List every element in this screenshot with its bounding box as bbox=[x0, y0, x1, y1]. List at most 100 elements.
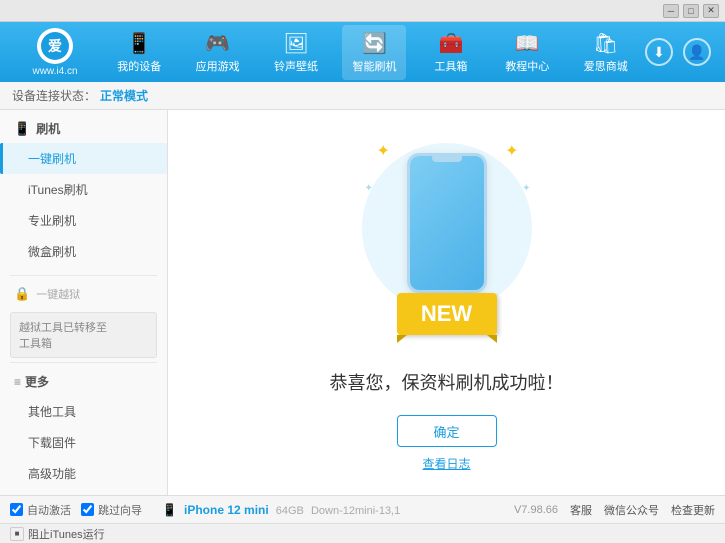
nav-toolbox-label: 工具箱 bbox=[434, 58, 467, 74]
new-ribbon: NEW bbox=[397, 293, 497, 343]
stop-icon: ■ bbox=[10, 527, 24, 541]
maximize-button[interactable]: □ bbox=[683, 4, 699, 18]
device-phone-icon: 📱 bbox=[162, 503, 177, 517]
skip-guide-checkbox[interactable] bbox=[81, 503, 94, 516]
phone-shape bbox=[407, 153, 487, 293]
auto-activate-checkbox[interactable] bbox=[10, 503, 23, 516]
nav-wallpaper-label: 铃声壁纸 bbox=[274, 58, 318, 74]
nav-apps-games-label: 应用游戏 bbox=[196, 58, 240, 74]
minimize-button[interactable]: ─ bbox=[663, 4, 679, 18]
my-device-icon: 📱 bbox=[127, 31, 152, 56]
sidebar-item-advanced[interactable]: 高级功能 bbox=[0, 458, 167, 489]
more-icon: ≡ bbox=[14, 375, 21, 389]
sidebar-more-header: ≡ 更多 bbox=[0, 367, 167, 396]
device-info: 📱 iPhone 12 mini 64GB Down-12mini-13,1 bbox=[162, 503, 400, 517]
sidebar-item-download-firmware[interactable]: 下载固件 bbox=[0, 427, 167, 458]
sidebar-other-tools-label: 其他工具 bbox=[28, 405, 76, 419]
sidebar-item-itunes-flash[interactable]: iTunes刷机 bbox=[0, 174, 167, 205]
auto-activate-checkbox-area[interactable]: 自动激活 bbox=[10, 502, 71, 518]
toolbox-icon: 🧰 bbox=[438, 31, 463, 56]
sparkle-small-2-icon: ✦ bbox=[522, 183, 530, 194]
logo-circle: 爱 bbox=[37, 28, 73, 64]
nav-tutorial[interactable]: 📖 教程中心 bbox=[495, 25, 559, 80]
auto-activate-label: 自动激活 bbox=[27, 502, 71, 518]
customer-service-link[interactable]: 客服 bbox=[570, 502, 592, 518]
sidebar-more-label: 更多 bbox=[25, 373, 49, 390]
sparkle-small-1-icon: ✦ bbox=[365, 183, 373, 194]
sidebar-download-firmware-label: 下载固件 bbox=[28, 436, 76, 450]
main-layout: 📱 刷机 一键刷机 iTunes刷机 专业刷机 微盒刷机 🔒 一键越狱 越狱工具… bbox=[0, 110, 725, 495]
nav-shop[interactable]: 🛍 爱思商城 bbox=[574, 25, 638, 80]
check-update-link[interactable]: 检查更新 bbox=[671, 502, 715, 518]
skip-guide-checkbox-area[interactable]: 跳过向导 bbox=[81, 502, 142, 518]
logo-icon: 爱 bbox=[41, 32, 69, 60]
account-button[interactable]: 👤 bbox=[683, 38, 711, 66]
skip-guide-label: 跳过向导 bbox=[98, 502, 142, 518]
nav-my-device-label: 我的设备 bbox=[117, 58, 161, 74]
stop-itunes-button[interactable]: ■ 阻止iTunes运行 bbox=[10, 526, 105, 542]
flash-section-label: 刷机 bbox=[36, 120, 60, 137]
sidebar-itunes-flash-label: iTunes刷机 bbox=[28, 183, 88, 197]
jailbreak-lock-icon: 🔒 bbox=[14, 286, 30, 302]
sidebar-divider-2 bbox=[10, 362, 157, 363]
content-area: ✦ ✦ ✦ ✦ NEW 恭喜您，保资料刷机成功啦！ 确定 查看日志 bbox=[168, 110, 725, 495]
device-model: Down-12mini-13,1 bbox=[311, 505, 400, 517]
nav-my-device[interactable]: 📱 我的设备 bbox=[107, 25, 171, 80]
confirm-button[interactable]: 确定 bbox=[397, 415, 497, 447]
sparkle-right-icon: ✦ bbox=[505, 141, 518, 161]
wechat-link[interactable]: 微信公众号 bbox=[604, 502, 659, 518]
tutorial-icon: 📖 bbox=[515, 31, 540, 56]
statusbar: 设备连接状态： 正常模式 bbox=[0, 82, 725, 110]
smart-flash-icon: 🔄 bbox=[362, 31, 387, 56]
sidebar-divider-1 bbox=[10, 275, 157, 276]
itunes-bar: ■ 阻止iTunes运行 bbox=[0, 523, 725, 543]
sidebar-section-flash: 📱 刷机 一键刷机 iTunes刷机 专业刷机 微盒刷机 bbox=[0, 110, 167, 271]
success-text: 恭喜您，保资料刷机成功啦！ bbox=[330, 369, 564, 395]
titlebar-controls: ─ □ ✕ bbox=[663, 4, 719, 18]
status-value: 正常模式 bbox=[100, 87, 148, 104]
download-button[interactable]: ⬇ bbox=[645, 38, 673, 66]
sidebar-item-one-click-flash[interactable]: 一键刷机 bbox=[0, 143, 167, 174]
titlebar: ─ □ ✕ bbox=[0, 0, 725, 22]
nav-tutorial-label: 教程中心 bbox=[505, 58, 549, 74]
sidebar-pro-flash-label: 专业刷机 bbox=[28, 214, 76, 228]
bottom-left: 自动激活 跳过向导 📱 iPhone 12 mini 64GB Down-12m… bbox=[10, 502, 498, 518]
nav-items: 📱 我的设备 🎮 应用游戏 🖼 铃声壁纸 🔄 智能刷机 🧰 工具箱 📖 教程中心… bbox=[100, 25, 645, 80]
nav-smart-flash[interactable]: 🔄 智能刷机 bbox=[342, 25, 406, 80]
phone-notch bbox=[432, 156, 462, 162]
flash-section-icon: 📱 bbox=[14, 121, 30, 137]
sidebar-micro-flash-label: 微盒刷机 bbox=[28, 245, 76, 259]
stop-itunes-label: 阻止iTunes运行 bbox=[28, 526, 105, 542]
nav-shop-label: 爱思商城 bbox=[584, 58, 628, 74]
nav-toolbox[interactable]: 🧰 工具箱 bbox=[421, 25, 481, 80]
sidebar: 📱 刷机 一键刷机 iTunes刷机 专业刷机 微盒刷机 🔒 一键越狱 越狱工具… bbox=[0, 110, 168, 495]
sidebar-item-pro-flash[interactable]: 专业刷机 bbox=[0, 205, 167, 236]
sidebar-jailbreak-label: 一键越狱 bbox=[36, 286, 80, 302]
bottombar: 自动激活 跳过向导 📱 iPhone 12 mini 64GB Down-12m… bbox=[0, 495, 725, 523]
sidebar-item-micro-flash[interactable]: 微盒刷机 bbox=[0, 236, 167, 267]
header: 爱 www.i4.cn 📱 我的设备 🎮 应用游戏 🖼 铃声壁纸 🔄 智能刷机 … bbox=[0, 22, 725, 82]
guide-link[interactable]: 查看日志 bbox=[422, 455, 470, 472]
logo-area: 爱 www.i4.cn bbox=[10, 28, 100, 77]
apps-games-icon: 🎮 bbox=[205, 31, 230, 56]
sidebar-section-flash-header[interactable]: 📱 刷机 bbox=[0, 114, 167, 143]
device-name: iPhone 12 mini bbox=[184, 503, 269, 517]
wallpaper-icon: 🖼 bbox=[283, 31, 308, 56]
device-storage: 64GB bbox=[276, 505, 304, 517]
new-badge: NEW bbox=[397, 293, 497, 335]
nav-wallpaper[interactable]: 🖼 铃声壁纸 bbox=[264, 25, 328, 80]
sidebar-jailbreak-notice-text: 越狱工具已转移至工具箱 bbox=[19, 322, 107, 350]
nav-apps-games[interactable]: 🎮 应用游戏 bbox=[186, 25, 250, 80]
logo-text: www.i4.cn bbox=[32, 66, 77, 77]
nav-smart-flash-label: 智能刷机 bbox=[352, 58, 396, 74]
version-label: V7.98.66 bbox=[514, 504, 558, 516]
sidebar-advanced-label: 高级功能 bbox=[28, 467, 76, 481]
phone-screen bbox=[410, 156, 484, 290]
close-button[interactable]: ✕ bbox=[703, 4, 719, 18]
nav-right: ⬇ 👤 bbox=[645, 38, 715, 66]
bottom-right: V7.98.66 客服 微信公众号 检查更新 bbox=[514, 502, 715, 518]
sidebar-jailbreak-grayed: 🔒 一键越狱 bbox=[0, 280, 167, 308]
phone-illustration: ✦ ✦ ✦ ✦ NEW bbox=[347, 133, 547, 353]
shop-icon: 🛍 bbox=[593, 31, 618, 56]
sidebar-item-other-tools[interactable]: 其他工具 bbox=[0, 396, 167, 427]
